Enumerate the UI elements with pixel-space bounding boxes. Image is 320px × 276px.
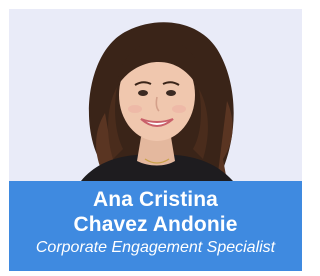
name-first-line: Ana Cristina bbox=[93, 188, 218, 211]
job-title: Corporate Engagement Specialist bbox=[35, 239, 276, 256]
portrait-photo-icon bbox=[9, 9, 302, 181]
profile-photo bbox=[9, 9, 302, 181]
profile-card: Ana Cristina Chavez Andonie Corporate En… bbox=[9, 9, 302, 271]
name-second-line: Chavez Andonie bbox=[73, 213, 238, 236]
profile-caption: Ana Cristina Chavez Andonie Corporate En… bbox=[9, 181, 302, 271]
